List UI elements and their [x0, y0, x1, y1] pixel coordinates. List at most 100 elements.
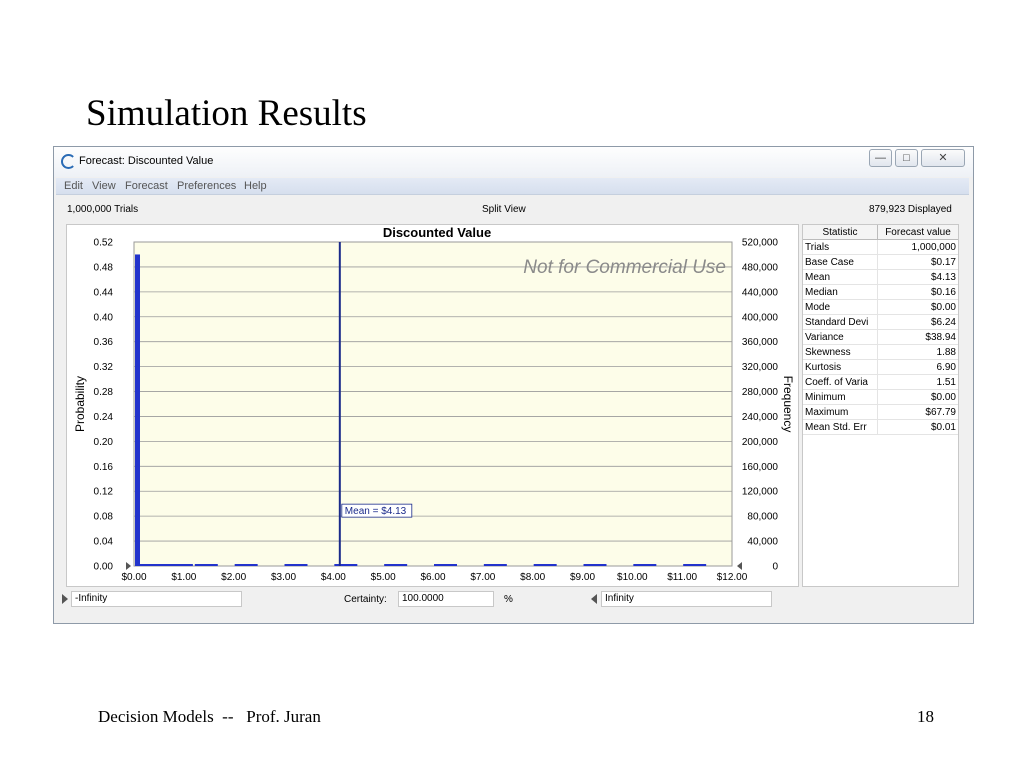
- y-tick-label-left: 0.24: [94, 412, 114, 423]
- statistics-row: Minimum $0.00: [803, 389, 958, 405]
- certainty-label: Certainty:: [344, 594, 387, 605]
- plot-background: [133, 241, 733, 567]
- y-tick-label-right: 320,000: [742, 362, 779, 373]
- x-tick-label: $3.00: [271, 572, 296, 583]
- forecast-chart: Discounted Value 0.00 0 0.04 40,000 0.08 80,0…: [66, 224, 799, 587]
- statistic-value: $6.24: [877, 314, 958, 330]
- histogram-bar: [533, 564, 557, 566]
- y-axis-label-left: Probability: [73, 376, 87, 432]
- statistic-name: Mode: [803, 299, 878, 315]
- y-tick-label-left: 0.04: [94, 537, 114, 548]
- histogram-bar: [683, 564, 707, 566]
- statistics-header-value[interactable]: Forecast value: [877, 225, 958, 240]
- statistic-value: 1.88: [877, 344, 958, 360]
- histogram-bar: [633, 564, 657, 566]
- statistics-row: Mode $0.00: [803, 299, 958, 315]
- statistics-row: Mean $4.13: [803, 269, 958, 285]
- y-tick-label-left: 0.40: [94, 312, 114, 323]
- statistic-name: Variance: [803, 329, 878, 345]
- statistics-row: Skewness 1.88: [803, 344, 958, 360]
- statistic-value: $0.00: [877, 389, 958, 405]
- upper-bound-field[interactable]: Infinity: [601, 591, 772, 607]
- certainty-unit: %: [504, 594, 513, 605]
- window-titlebar[interactable]: Forecast: Discounted Value — □ ✕: [54, 147, 973, 177]
- statistic-value: 1.51: [877, 374, 958, 390]
- statistics-row: Median $0.16: [803, 284, 958, 300]
- x-tick-label: $4.00: [321, 572, 346, 583]
- menu-view[interactable]: View: [92, 180, 116, 192]
- left-grabber-icon[interactable]: [62, 594, 68, 604]
- watermark-text: Not for Commercial Use: [523, 257, 726, 278]
- x-tick-label: $12.00: [717, 572, 748, 583]
- statistics-row: Kurtosis 6.90: [803, 359, 958, 375]
- x-tick-label: $0.00: [121, 572, 146, 583]
- statistics-row: Variance $38.94: [803, 329, 958, 345]
- histogram-bar: [135, 254, 140, 566]
- statistic-value: $67.79: [877, 404, 958, 420]
- histogram-bar: [434, 564, 457, 566]
- right-grabber-icon[interactable]: [591, 594, 597, 604]
- statistic-name: Median: [803, 284, 878, 300]
- menu-preferences[interactable]: Preferences: [177, 180, 236, 192]
- y-tick-label-left: 0.44: [94, 287, 114, 298]
- view-mode[interactable]: Split View: [482, 204, 526, 215]
- y-tick-label-right: 280,000: [742, 387, 779, 398]
- x-tick-label: $6.00: [420, 572, 445, 583]
- close-icon: ✕: [938, 152, 948, 164]
- y-tick-label-right: 0: [772, 562, 778, 573]
- x-tick-label: $11.00: [667, 572, 697, 583]
- statistic-value: 6.90: [877, 359, 958, 375]
- maximize-button[interactable]: □: [895, 149, 918, 167]
- histogram-bar: [334, 564, 358, 566]
- displayed-count: 879,923 Displayed: [869, 204, 952, 215]
- y-tick-label-right: 440,000: [742, 287, 779, 298]
- histogram-bar: [483, 564, 507, 566]
- statistic-name: Minimum: [803, 389, 878, 405]
- y-tick-label-right: 120,000: [742, 487, 779, 498]
- y-tick-label-left: 0.00: [94, 562, 114, 573]
- statistic-value: 1,000,000: [877, 239, 958, 255]
- statistics-panel: Statistic Forecast value Trials 1,000,000…: [802, 224, 959, 587]
- menu-forecast[interactable]: Forecast: [125, 180, 168, 192]
- x-tick-label: $2.00: [221, 572, 246, 583]
- statistics-header-statistic[interactable]: Statistic: [803, 225, 878, 240]
- slide-number: 18: [917, 707, 934, 726]
- statistics-row: Mean Std. Err $0.01: [803, 419, 958, 435]
- lower-bound-field[interactable]: -Infinity: [71, 591, 242, 607]
- statistic-value: $4.13: [877, 269, 958, 285]
- statistic-value: $0.01: [877, 419, 958, 435]
- forecast-window: Forecast: Discounted Value — □ ✕ Edit Vi…: [53, 146, 974, 624]
- minimize-icon: —: [875, 152, 886, 164]
- x-tick-label: $10.00: [617, 572, 648, 583]
- x-tick-label: $1.00: [171, 572, 196, 583]
- axis-right-grabber-icon: [737, 562, 742, 570]
- footer-course: Decision Models -- Prof. Juran: [98, 707, 321, 726]
- y-tick-label-right: 480,000: [742, 262, 779, 273]
- x-tick-label: $5.00: [371, 572, 396, 583]
- histogram-bar: [169, 564, 193, 566]
- y-tick-label-right: 240,000: [742, 412, 779, 423]
- y-tick-label-right: 200,000: [742, 437, 779, 448]
- certainty-field[interactable]: 100.0000: [398, 591, 494, 607]
- y-tick-label-left: 0.20: [94, 437, 114, 448]
- y-tick-label-right: 80,000: [747, 512, 778, 523]
- y-tick-label-left: 0.12: [94, 487, 114, 498]
- histogram-bar: [384, 564, 408, 566]
- menu-edit[interactable]: Edit: [64, 180, 83, 192]
- menu-bar: Edit View Forecast Preferences Help: [56, 178, 969, 195]
- y-tick-label-left: 0.48: [94, 262, 114, 273]
- y-tick-label-right: 360,000: [742, 337, 779, 348]
- slide-title: Simulation Results: [86, 93, 367, 134]
- statistics-row: Trials 1,000,000: [803, 239, 958, 255]
- statistic-name: Skewness: [803, 344, 878, 360]
- statistic-name: Trials: [803, 239, 878, 255]
- minimize-button[interactable]: —: [869, 149, 892, 167]
- y-tick-label-left: 0.28: [94, 387, 114, 398]
- statistics-row: Base Case $0.17: [803, 254, 958, 270]
- statistic-value: $0.00: [877, 299, 958, 315]
- y-tick-label-right: 400,000: [742, 312, 779, 323]
- close-button[interactable]: ✕: [921, 149, 965, 167]
- maximize-icon: □: [903, 152, 910, 164]
- menu-help[interactable]: Help: [244, 180, 267, 192]
- statistic-name: Coeff. of Varia: [803, 374, 878, 390]
